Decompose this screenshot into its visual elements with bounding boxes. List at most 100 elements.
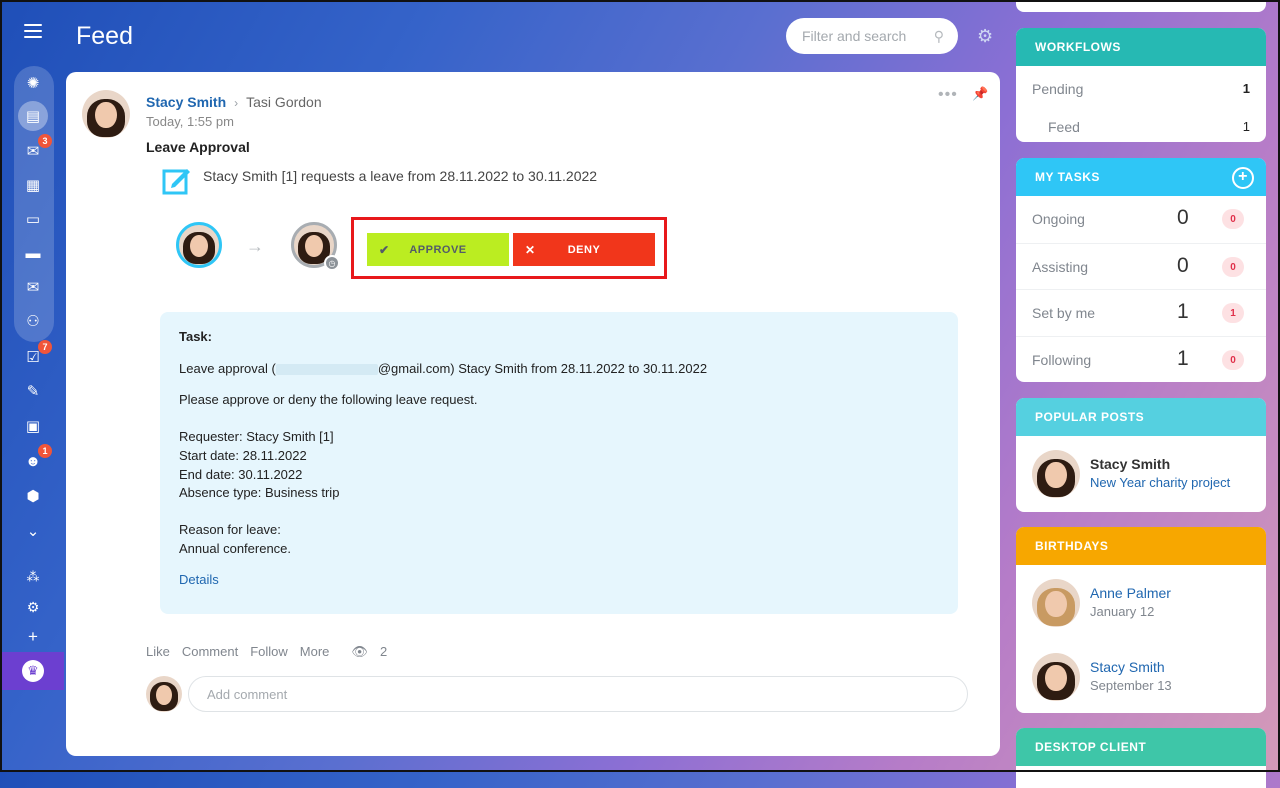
popular-post-avatar [1032,450,1080,498]
calendar-icon[interactable]: ▦ [22,174,44,196]
task-line-email: Leave approval (@gmail.com) Stacy Smith … [179,361,708,376]
settings-icon[interactable]: ⚙ [22,596,44,618]
follow-link[interactable]: Follow [250,644,288,659]
sign-icon[interactable]: ✎ [22,380,44,402]
task-reason-label: Reason for leave: [179,522,281,537]
workflows-header[interactable]: WORKFLOWS [1016,28,1266,66]
menu-icon[interactable] [24,24,42,38]
post-actions: Like Comment Follow More 👁 2 [146,644,411,660]
birthday-avatar [1032,653,1080,701]
upgrade-button[interactable]: ♛ [2,652,64,690]
birthday-avatar [1032,579,1080,627]
clock-icon: ◷ [324,255,340,271]
workflows-widget: WORKFLOWS Pending 1 Feed 1 [1016,28,1266,142]
chevron-right-icon: › [234,96,239,110]
tasks-badge: 7 [38,340,52,354]
popular-posts-widget: POPULAR POSTS Stacy Smith New Year chari… [1016,398,1266,512]
arrow-right-icon: → [246,236,264,256]
current-user-avatar [146,676,182,712]
birthdays-header: BIRTHDAYS [1016,527,1266,565]
author-name[interactable]: Stacy Smith [146,94,226,110]
task-reason: Annual conference. [179,541,292,556]
left-navigation: ✺ ▤ ✉ 3 ▦ ▭ ▬ ✉ ⚇ ☑ 7 ✎ ▣ ☻ 1 ⬢ ⌄ ⁂ ⚙ + ♛ [2,2,64,770]
popular-posts-header: POPULAR POSTS [1016,398,1266,436]
workflow-edit-icon [162,169,190,195]
tasks-icon[interactable]: ☑ 7 [22,340,52,368]
employees-icon[interactable]: ⚇ [22,310,44,332]
add-task-icon[interactable]: + [1232,167,1254,189]
robot-icon[interactable]: ☻ 1 [22,444,52,472]
documents-icon[interactable]: ▭ [22,208,44,230]
birthday-name[interactable]: Anne Palmer [1090,585,1171,601]
approve-button[interactable]: ✔ APPROVE [367,233,509,266]
workflow-description: Stacy Smith [1] requests a leave from 28… [203,168,598,184]
birthdays-widget: BIRTHDAYS Anne Palmer January 12 Stacy S… [1016,527,1266,713]
requester-avatar[interactable] [176,222,222,268]
mail-icon[interactable]: ✉ [22,276,44,298]
workflows-pending-row[interactable]: Pending 1 [1032,81,1250,97]
box-icon[interactable]: ⬢ [22,485,44,507]
more-options-icon[interactable]: ••• [938,86,958,104]
check-icon: ✔ [379,242,390,257]
drive-icon[interactable]: ▬ [22,242,44,264]
tasks-row-ongoing[interactable]: Ongoing 0 0 [1016,196,1266,242]
task-start-date: Start date: 28.11.2022 [179,448,307,463]
chat-badge: 3 [38,134,52,148]
comment-input[interactable] [205,685,951,703]
deny-button[interactable]: ✕ DENY [513,233,655,266]
comment-box[interactable] [188,676,968,712]
sites-icon[interactable]: ✺ [22,72,44,94]
crown-icon: ♛ [22,660,44,682]
pin-icon[interactable]: 📌 [972,86,988,102]
my-tasks-widget: MY TASKS + Ongoing 0 0 Assisting 0 0 Set by m… [1016,158,1266,382]
task-details: Task: Leave approval (@gmail.com) Stacy … [160,312,958,614]
post-time: Today, 1:55 pm [146,114,234,129]
search-input[interactable] [800,27,924,45]
top-widget-fragment [1016,0,1266,12]
task-absence-type: Absence type: Business trip [179,485,340,500]
my-tasks-header[interactable]: MY TASKS + [1016,158,1266,196]
deny-label: DENY [567,243,601,256]
popular-post-title[interactable]: New Year charity project [1090,475,1230,490]
more-icon[interactable]: ⌄ [22,520,44,542]
task-instruction: Please approve or deny the following lea… [179,392,478,407]
views-counter: 👁 2 [351,644,388,659]
recipient-name[interactable]: Tasi Gordon [246,94,321,110]
birthday-date: September 13 [1090,678,1172,693]
birthday-name[interactable]: Stacy Smith [1090,659,1165,675]
search-box[interactable]: ⚲ [786,18,958,54]
tasks-row-following[interactable]: Following 1 0 [1016,336,1266,382]
close-icon: ✕ [525,242,536,257]
desktop-client-header[interactable]: DESKTOP CLIENT [1016,728,1266,766]
contact-card-icon[interactable]: ▣ [22,415,44,437]
like-link[interactable]: Like [146,644,170,659]
more-link[interactable]: More [300,644,330,659]
feed-icon[interactable]: ▤ [18,101,48,131]
post-header: Stacy Smith › Tasi Gordon [146,94,322,110]
tasks-row-set-by-me[interactable]: Set by me 1 1 [1016,289,1266,336]
chat-icon[interactable]: ✉ 3 [22,134,52,162]
eye-icon: 👁 [351,644,368,659]
approval-actions-highlight: ✔ APPROVE ✕ DENY [351,217,667,279]
structure-icon[interactable]: ⁂ [22,566,44,588]
popular-post-author: Stacy Smith [1090,456,1171,472]
desktop-client-widget: DESKTOP CLIENT [1016,728,1266,788]
comment-link[interactable]: Comment [182,644,238,659]
approve-label: APPROVE [409,243,467,256]
post-title: Leave Approval [146,139,250,155]
page-title: Feed [76,22,133,50]
add-icon[interactable]: + [22,626,44,648]
task-label: Task: [179,329,212,344]
feed-post: Stacy Smith › Tasi Gordon Today, 1:55 pm •… [66,72,1000,756]
robot-badge: 1 [38,444,52,458]
tasks-row-assisting[interactable]: Assisting 0 0 [1016,243,1266,290]
birthday-date: January 12 [1090,604,1155,619]
author-avatar[interactable] [82,90,130,138]
task-requester: Requester: Stacy Smith [1] [179,429,334,444]
gear-icon[interactable]: ⚙ [977,26,993,47]
redacted-email [275,364,378,376]
details-link[interactable]: Details [179,572,219,587]
search-icon[interactable]: ⚲ [934,28,944,45]
workflows-feed-row[interactable]: Feed 1 [1048,119,1250,135]
task-end-date: End date: 30.11.2022 [179,467,303,482]
